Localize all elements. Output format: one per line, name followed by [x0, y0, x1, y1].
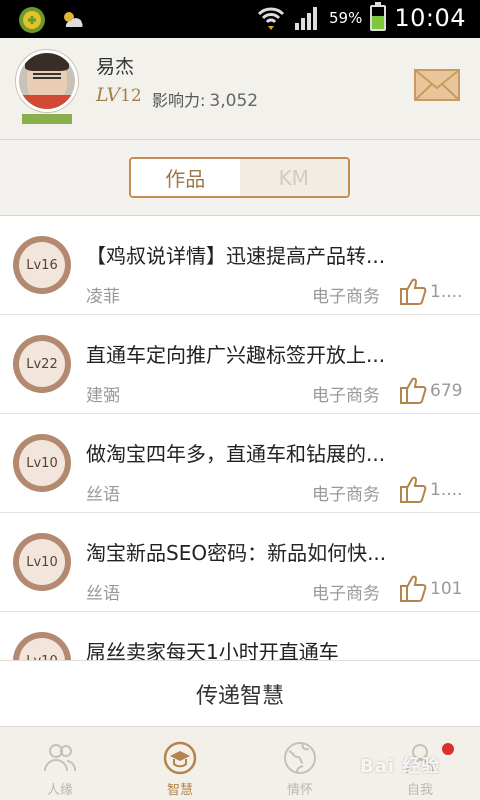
- nav-item-wisdom[interactable]: 智慧: [120, 727, 240, 800]
- nav-item-feelings[interactable]: 情怀: [240, 727, 360, 800]
- level-badge: Lv22: [13, 335, 71, 393]
- segmented-control: 作品 KM: [129, 157, 350, 198]
- article-category: 电子商务: [312, 584, 380, 604]
- nav-item-people[interactable]: 人缘: [0, 727, 120, 800]
- article-title: 直通车定向推广兴趣标签开放上...: [86, 343, 386, 367]
- list-item[interactable]: Lv22 直通车定向推广兴趣标签开放上... 建弻 电子商务 679: [0, 315, 480, 414]
- article-author: 凌菲: [86, 287, 120, 307]
- thumbs-up-icon[interactable]: [398, 375, 428, 405]
- user-icon: [406, 744, 434, 774]
- article-title: 淘宝新品SEO密码：新品如何快...: [86, 541, 387, 565]
- nav-item-self[interactable]: 自我: [360, 727, 480, 800]
- notification-dot: [442, 743, 454, 755]
- like-count: 1....: [430, 282, 463, 302]
- level-badge: Lv10: [13, 533, 71, 591]
- article-list[interactable]: Lv16 【鸡叔说详情】迅速提高产品转... 凌菲 电子商务 1.... Lv2…: [0, 216, 480, 660]
- tab-works[interactable]: 作品: [131, 159, 240, 196]
- influence-label: 影响力:: [152, 91, 206, 110]
- globe-icon: [284, 742, 316, 774]
- influence: 影响力: 3,052: [152, 87, 258, 111]
- article-title: 【鸡叔说详情】迅速提高产品转...: [86, 244, 386, 268]
- status-bar: 59% 10:04: [0, 0, 480, 38]
- like-count: 1....: [430, 480, 463, 500]
- level-prefix: LV: [96, 84, 121, 106]
- battery-icon: [370, 2, 387, 31]
- level-badge: Lv10: [13, 632, 71, 660]
- nav-label: 人缘: [46, 783, 73, 798]
- list-item[interactable]: Lv10 做淘宝四年多，直通车和钻展的... 丝语 电子商务 1....: [0, 414, 480, 513]
- list-item[interactable]: Lv10 淘宝新品SEO密码：新品如何快... 丝语 电子商务 101: [0, 513, 480, 612]
- nav-label: 自我: [406, 783, 433, 798]
- article-category: 电子商务: [312, 386, 380, 406]
- tab-km[interactable]: KM: [239, 159, 348, 196]
- people-icon: [44, 744, 77, 772]
- level-badge: Lv10: [13, 434, 71, 492]
- pass-wisdom-button[interactable]: 传递智慧: [0, 660, 480, 726]
- clock: 10:04: [394, 4, 466, 32]
- bottom-nav: 人缘 智慧 情怀 自我: [0, 726, 480, 800]
- signal-icon: [294, 7, 317, 30]
- article-title: 屌丝卖家每天1小时开直通车: [86, 640, 339, 660]
- thumbs-up-icon[interactable]: [398, 474, 428, 504]
- thumbs-up-icon[interactable]: [398, 573, 428, 603]
- nav-label: 智慧: [166, 783, 193, 798]
- article-author: 建弻: [86, 386, 120, 406]
- influence-value: 3,052: [209, 91, 259, 111]
- list-item[interactable]: Lv16 【鸡叔说详情】迅速提高产品转... 凌菲 电子商务 1....: [0, 216, 480, 315]
- mail-icon[interactable]: [414, 68, 460, 102]
- battery-percent: 59%: [328, 9, 363, 27]
- level-number: 12: [120, 86, 142, 106]
- like-count: 679: [430, 381, 463, 401]
- level-badge: Lv16: [13, 236, 71, 294]
- list-item[interactable]: Lv10 屌丝卖家每天1小时开直通车: [0, 612, 480, 660]
- wifi-icon: [257, 7, 285, 30]
- like-count: 101: [430, 579, 463, 599]
- tab-bar: 作品 KM: [0, 140, 480, 216]
- article-author: 丝语: [86, 485, 120, 505]
- profile-level: LV12: [96, 84, 142, 106]
- article-category: 电子商务: [312, 287, 380, 307]
- profile-header: 易杰 LV12 影响力: 3,052: [0, 38, 480, 140]
- graduation-cap-icon: [163, 741, 197, 775]
- thumbs-up-icon[interactable]: [398, 276, 428, 306]
- weather-icon: [64, 12, 83, 27]
- article-title: 做淘宝四年多，直通车和钻展的...: [86, 442, 386, 466]
- profile-name: 易杰: [96, 56, 135, 78]
- article-category: 电子商务: [312, 485, 380, 505]
- app-icon: [19, 7, 45, 33]
- level-progress-bar: [22, 114, 72, 124]
- article-author: 丝语: [86, 584, 120, 604]
- avatar[interactable]: [16, 50, 78, 112]
- nav-label: 情怀: [286, 783, 313, 798]
